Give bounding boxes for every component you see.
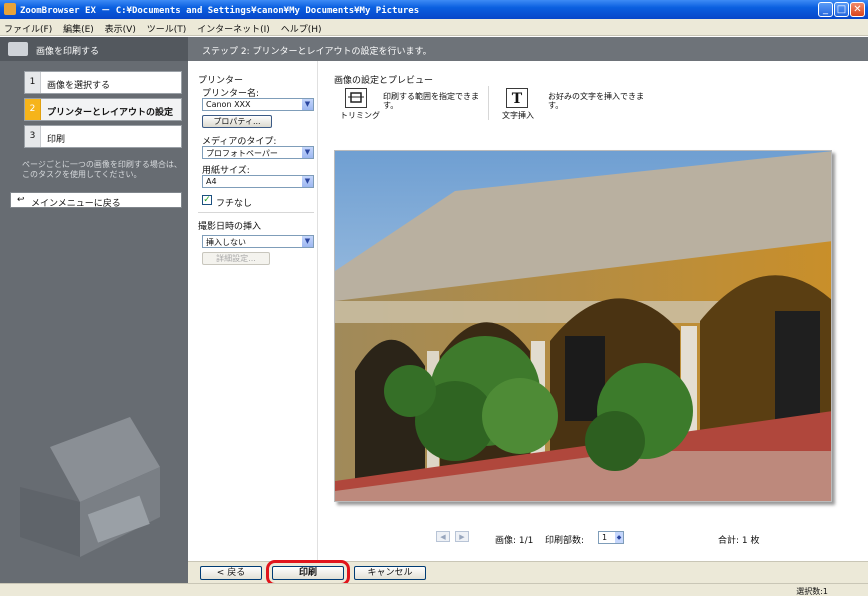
total-sheets: 合計: 1 枚 <box>718 536 760 546</box>
menu-file[interactable]: ファイル(F) <box>0 19 56 35</box>
step-header: ステップ 2: プリンターとレイアウトの設定を行います。 <box>188 37 868 61</box>
details-button[interactable]: 詳細設定... <box>202 252 270 265</box>
previous-image-button[interactable]: ◀ <box>436 531 450 542</box>
close-button[interactable]: ✕ <box>850 2 865 17</box>
preview-title: 画像の設定とプレビュー <box>334 76 434 86</box>
properties-button[interactable]: プロパティ... <box>202 115 272 128</box>
task-header: 画像を印刷する <box>0 37 188 61</box>
settings-panel: プリンター プリンター名: Canon XXX ▼ プロパティ... メディアの… <box>188 61 318 561</box>
step-number: 3 <box>25 126 41 147</box>
menu-view[interactable]: 表示(V) <box>101 19 140 35</box>
step-printer-layout[interactable]: 2 プリンターとレイアウトの設定 <box>24 98 182 121</box>
step-number: 1 <box>25 72 41 93</box>
step-label: プリンターとレイアウトの設定 <box>47 108 174 118</box>
return-arrow-icon: ↩ <box>17 195 25 205</box>
app-icon <box>4 3 16 15</box>
print-preview-image <box>334 150 832 502</box>
minimize-button[interactable]: _ <box>818 2 833 17</box>
courtyard-photo <box>335 151 831 501</box>
divider <box>198 212 314 213</box>
copies-stepper[interactable]: 1 ◆ <box>598 531 624 544</box>
borderless-label: フチなし <box>216 199 253 209</box>
chevron-down-icon: ▼ <box>302 99 313 110</box>
paper-size-value: A4 <box>206 177 217 186</box>
step-select-images[interactable]: 1 画像を選択する <box>24 71 182 94</box>
task-title: 画像を印刷する <box>36 47 100 57</box>
step-print[interactable]: 3 印刷 <box>24 125 182 148</box>
divider <box>488 86 489 120</box>
chevron-down-icon: ▼ <box>302 236 313 247</box>
step-header-title: ステップ 2: プリンターとレイアウトの設定を行います。 <box>202 47 432 57</box>
cancel-button[interactable]: キャンセル <box>354 566 426 580</box>
image-counter: 画像: 1/1 <box>495 536 534 546</box>
menu-internet[interactable]: インターネット(I) <box>193 19 274 35</box>
back-to-main-label: メインメニューに戻る <box>31 199 121 209</box>
menu-help[interactable]: ヘルプ(H) <box>277 19 326 35</box>
chevron-down-icon: ▼ <box>302 176 313 187</box>
insert-text-description: お好みの文字を挿入できます。 <box>548 92 644 110</box>
next-image-button[interactable]: ▶ <box>455 531 469 542</box>
status-bar: 選択数:1 <box>0 583 868 596</box>
menu-edit[interactable]: 編集(E) <box>59 19 98 35</box>
trimming-label: トリミング <box>340 111 380 120</box>
text-t-icon: T <box>511 91 523 107</box>
paper-size-select[interactable]: A4 ▼ <box>202 175 314 188</box>
printer-section-label: プリンター <box>198 76 244 86</box>
copies-value: 1 <box>602 533 608 542</box>
back-button[interactable]: < 戻る <box>200 566 262 580</box>
title-bar: ZoomBrowser EX － C:¥Documents and Settin… <box>0 0 868 19</box>
copies-label: 印刷部数: <box>545 536 585 546</box>
chevron-down-icon: ▼ <box>302 147 313 158</box>
step-label: 印刷 <box>47 135 66 145</box>
trimming-button[interactable] <box>345 88 367 108</box>
step-label: 画像を選択する <box>47 81 111 91</box>
printer-name-select[interactable]: Canon XXX ▼ <box>202 98 314 111</box>
printer-name-value: Canon XXX <box>206 100 251 109</box>
crop-icon <box>348 92 364 103</box>
date-insert-value: 挿入しない <box>206 238 246 247</box>
printer-illustration-icon <box>20 417 160 557</box>
insert-text-label: 文字挿入 <box>502 111 534 120</box>
window-title: ZoomBrowser EX － C:¥Documents and Settin… <box>20 6 420 16</box>
task-sidebar: 画像を印刷する 1 画像を選択する 2 プリンターとレイアウトの設定 3 印刷 … <box>0 37 188 589</box>
media-type-value: プロフォトペーパー <box>206 149 278 158</box>
date-insert-select[interactable]: 挿入しない ▼ <box>202 235 314 248</box>
insert-text-button[interactable]: T <box>506 88 528 108</box>
date-section-label: 撮影日時の挿入 <box>198 222 262 232</box>
menu-tools[interactable]: ツール(T) <box>143 19 191 35</box>
spinner-arrows-icon[interactable]: ◆ <box>615 532 623 543</box>
back-to-main-menu-button[interactable]: ↩ メインメニューに戻る <box>10 192 182 209</box>
maximize-button[interactable]: □ <box>834 2 849 17</box>
task-note: ページごとに一つの画像を印刷する場合は、このタスクを使用してください。 <box>22 160 182 179</box>
selection-count: 選択数:1 <box>796 587 828 596</box>
trimming-description: 印刷する範囲を指定できます。 <box>383 92 479 110</box>
menu-bar: ファイル(F) 編集(E) 表示(V) ツール(T) インターネット(I) ヘル… <box>0 19 868 36</box>
media-type-select[interactable]: プロフォトペーパー ▼ <box>202 146 314 159</box>
step-number: 2 <box>25 99 41 120</box>
printer-icon <box>8 42 28 56</box>
borderless-checkbox[interactable]: ✓ <box>202 195 212 205</box>
